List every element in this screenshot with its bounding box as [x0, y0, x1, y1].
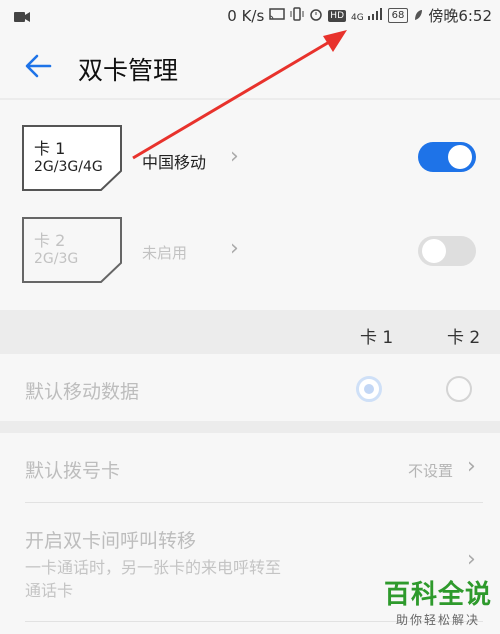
column-card1: 卡 1	[360, 328, 394, 348]
sim1-networks: 2G/3G/4G	[34, 159, 103, 175]
call-forward-desc-2: 通话卡	[25, 581, 74, 600]
hd-badge: HD	[328, 9, 346, 22]
cast-icon	[269, 7, 286, 25]
signal-icon: 4G	[351, 8, 383, 23]
call-forward-chevron-icon[interactable]: ›	[467, 547, 476, 572]
sim2-name: 卡 2	[34, 231, 66, 250]
default-data-label: 默认移动数据	[25, 381, 140, 403]
leaf-icon	[413, 7, 423, 25]
sim1-carrier[interactable]: 中国移动	[142, 149, 206, 173]
section-gap	[0, 421, 500, 433]
sim1-name: 卡 1	[34, 139, 66, 158]
alarm-icon	[309, 7, 323, 25]
sim2-networks: 2G/3G	[34, 251, 79, 267]
sim2-toggle[interactable]	[418, 236, 476, 266]
call-forward-title: 开启双卡间呼叫转移	[25, 530, 197, 552]
sim2-card-icon: 卡 2 2G/3G	[22, 217, 122, 283]
net-speed: 0 K/s	[227, 6, 265, 25]
app-header: 双卡管理	[0, 32, 500, 98]
page-title: 双卡管理	[78, 56, 179, 85]
call-forward-desc-1: 一卡通话时，另一张卡的来电呼转至	[25, 558, 282, 577]
status-bar: 0 K/s HD 4G 68 傍晚6:52	[0, 0, 500, 32]
default-dial-chevron-icon[interactable]: ›	[467, 454, 476, 479]
column-header-band	[0, 310, 500, 354]
default-dial-value[interactable]: 不设置	[408, 460, 453, 481]
sim1-card-icon: 卡 1 2G/3G/4G	[22, 125, 122, 191]
default-dial-label[interactable]: 默认拨号卡	[25, 456, 120, 483]
column-card2: 卡 2	[447, 328, 481, 348]
sim1-toggle[interactable]	[418, 142, 476, 172]
vibrate-icon	[290, 6, 304, 25]
sim2-carrier[interactable]: 未启用	[142, 242, 187, 263]
camera-icon	[14, 9, 30, 27]
watermark-main: 百科全说	[383, 580, 492, 610]
default-data-card1-radio[interactable]	[356, 376, 382, 402]
row-divider	[25, 502, 483, 503]
battery-icon: 68	[387, 8, 409, 23]
watermark-logo: 百科全说 助你轻松解决	[384, 574, 492, 628]
sim2-chevron-icon[interactable]: ›	[230, 236, 239, 261]
sim1-chevron-icon[interactable]: ›	[230, 144, 239, 169]
back-arrow-icon[interactable]	[24, 52, 52, 80]
header-divider	[0, 98, 500, 100]
watermark-sub: 助你轻松解决	[395, 613, 480, 627]
default-data-card2-radio[interactable]	[446, 376, 472, 402]
signal-label: 4G	[351, 13, 364, 23]
clock-time: 傍晚6:52	[428, 7, 492, 25]
